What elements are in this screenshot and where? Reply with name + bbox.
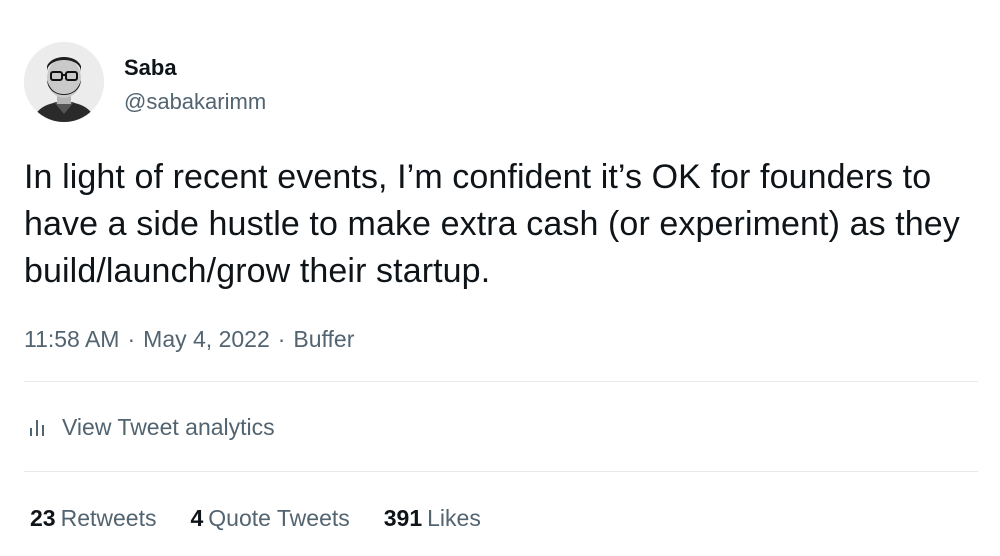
quote-tweets-label: Quote Tweets — [208, 505, 350, 531]
likes-stat[interactable]: 391 Likes — [384, 503, 481, 533]
tweet-time[interactable]: 11:58 AM — [24, 326, 119, 352]
likes-label: Likes — [427, 505, 481, 531]
analytics-label: View Tweet analytics — [62, 414, 275, 440]
analytics-icon — [30, 420, 44, 436]
retweets-label: Retweets — [60, 505, 157, 531]
divider — [24, 381, 978, 382]
likes-count: 391 — [383, 505, 423, 531]
meta-separator: · — [277, 326, 286, 352]
author-display-name[interactable]: Saba — [124, 55, 266, 81]
quote-tweets-stat[interactable]: 4 Quote Tweets — [190, 503, 349, 533]
author-handle[interactable]: @sabakarimm — [124, 89, 266, 115]
tweet-source[interactable]: Buffer — [293, 326, 354, 352]
avatar[interactable] — [24, 42, 104, 122]
tweet-card: Saba @sabakarimm In light of recent even… — [0, 0, 1000, 556]
tweet-header: Saba @sabakarimm — [24, 42, 266, 122]
tweet-meta: 11:58 AM · May 4, 2022 · Buffer — [24, 324, 354, 354]
divider — [24, 471, 978, 472]
view-analytics-link[interactable]: View Tweet analytics — [28, 412, 275, 442]
engagement-stats: 23 Retweets 4 Quote Tweets 391 Likes — [30, 503, 515, 533]
retweets-stat[interactable]: 23 Retweets — [30, 503, 156, 533]
tweet-date[interactable]: May 4, 2022 — [143, 326, 270, 352]
meta-separator: · — [127, 326, 136, 352]
profile-avatar-icon — [24, 42, 104, 122]
tweet-text: In light of recent events, I’m confident… — [24, 158, 960, 290]
author-names: Saba @sabakarimm — [124, 42, 266, 115]
quote-tweets-count: 4 — [190, 505, 204, 531]
retweets-count: 23 — [30, 505, 56, 531]
